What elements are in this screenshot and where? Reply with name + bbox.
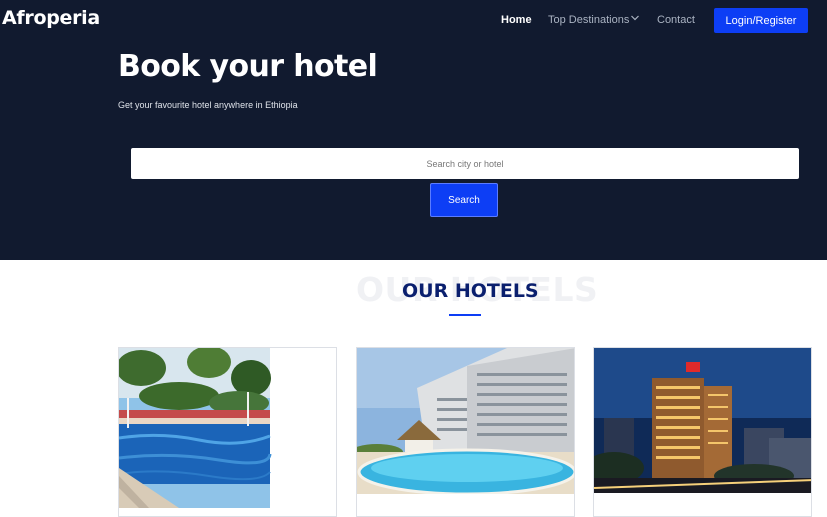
section-underline	[449, 314, 481, 316]
hotel-image-1[interactable]	[119, 348, 337, 508]
nav-home[interactable]: Home	[501, 14, 532, 26]
hero-title: Book your hotel	[118, 49, 378, 84]
hotel-image-2[interactable]	[357, 348, 575, 508]
hotel-image-3[interactable]	[594, 348, 812, 508]
hotel-card-2[interactable]	[356, 347, 575, 517]
chevron-down-icon[interactable]	[630, 13, 640, 23]
login-register-button[interactable]: Login/Register	[714, 8, 808, 33]
hero-subtitle: Get your favourite hotel anywhere in Eth…	[118, 100, 298, 110]
nav-top-destinations[interactable]: Top Destinations	[548, 14, 629, 26]
hotel-card-3[interactable]	[593, 347, 812, 517]
nav-contact[interactable]: Contact	[657, 14, 695, 26]
section-title: OUR HOTELS	[402, 280, 539, 302]
search-input[interactable]	[131, 148, 799, 179]
search-button[interactable]: Search	[430, 183, 498, 217]
brand-logo[interactable]: Afroperia	[2, 7, 100, 29]
hotel-card-1[interactable]	[118, 347, 337, 517]
hero-banner: Afroperia Home Top Destinations Contact …	[0, 0, 827, 260]
